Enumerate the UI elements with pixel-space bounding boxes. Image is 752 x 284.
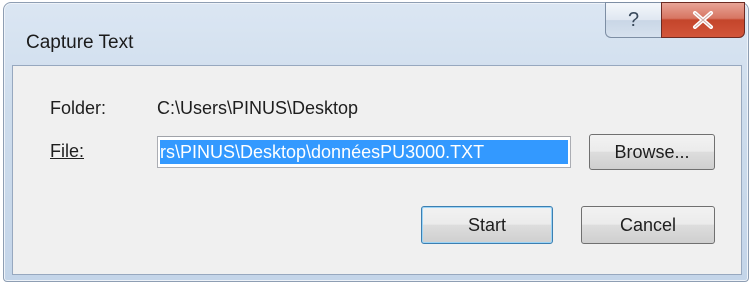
file-path-selection: rs\PINUS\Desktop\donnéesPU3000.TXT xyxy=(160,140,568,164)
dialog-content: Folder: C:\Users\PINUS\Desktop File: rs\… xyxy=(12,65,742,275)
start-button-label: Start xyxy=(467,214,506,235)
file-path-text: rs\PINUS\Desktop\donnéesPU3000.TXT xyxy=(160,142,485,162)
start-button[interactable]: Start xyxy=(421,206,553,244)
file-label-text: File: xyxy=(50,141,85,161)
cancel-button[interactable]: Cancel xyxy=(581,206,715,244)
close-x-icon xyxy=(693,11,713,29)
window-title: Capture Text xyxy=(26,32,134,53)
folder-label: Folder: xyxy=(50,98,107,118)
help-button[interactable]: ? xyxy=(605,2,661,38)
screen: Capture Text ? Folder: C:\Users\PINUS\De… xyxy=(0,0,752,284)
file-path-input[interactable]: rs\PINUS\Desktop\donnéesPU3000.TXT xyxy=(157,136,571,168)
file-label: File: xyxy=(50,141,84,162)
cancel-button-label: Cancel xyxy=(619,214,677,235)
help-icon: ? xyxy=(627,8,640,31)
caption-buttons: ? xyxy=(605,2,745,40)
browse-button[interactable]: Browse... xyxy=(589,134,715,170)
close-button[interactable] xyxy=(661,2,745,38)
title-bar[interactable]: Capture Text ? xyxy=(4,2,748,57)
capture-text-dialog: Capture Text ? Folder: C:\Users\PINUS\De… xyxy=(3,2,749,282)
browse-button-label: Browse... xyxy=(614,141,690,162)
folder-path: C:\Users\PINUS\Desktop xyxy=(157,98,359,118)
